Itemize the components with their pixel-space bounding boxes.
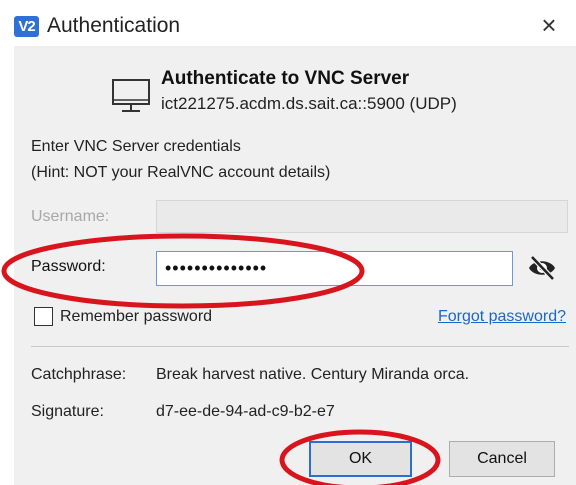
section-divider [31, 346, 569, 347]
cancel-button[interactable]: Cancel [449, 441, 555, 477]
signature-label: Signature: [31, 403, 104, 420]
password-field[interactable]: •••••••••••••• [156, 251, 513, 286]
vnc-app-icon: V2 [14, 16, 39, 37]
server-heading: Authenticate to VNC Server [161, 68, 410, 89]
monitor-icon [112, 79, 150, 112]
eye-slash-icon[interactable] [527, 254, 557, 282]
remember-password-checkbox[interactable] [34, 307, 53, 326]
forgot-password-link[interactable]: Forgot password? [438, 308, 566, 326]
username-label: Username: [31, 208, 110, 225]
username-field [156, 200, 568, 233]
credentials-instruction: Enter VNC Server credentials [31, 138, 241, 155]
password-label: Password: [31, 258, 106, 275]
signature-value: d7-ee-de-94-ad-c9-b2-e7 [156, 403, 335, 420]
title-bar: V2 Authentication × [0, 0, 576, 46]
window-title: Authentication [47, 14, 181, 37]
ok-button[interactable]: OK [309, 441, 412, 477]
dialog-body: Authenticate to VNC Server ict221275.acd… [14, 46, 576, 485]
remember-password-label[interactable]: Remember password [60, 308, 212, 326]
server-address: ict221275.acdm.ds.sait.ca::5900 (UDP) [161, 94, 457, 113]
credentials-hint: (Hint: NOT your RealVNC account details) [31, 164, 331, 181]
close-button[interactable]: × [532, 8, 566, 42]
catchphrase-value: Break harvest native. Century Miranda or… [156, 366, 470, 383]
catchphrase-label: Catchphrase: [31, 366, 127, 383]
